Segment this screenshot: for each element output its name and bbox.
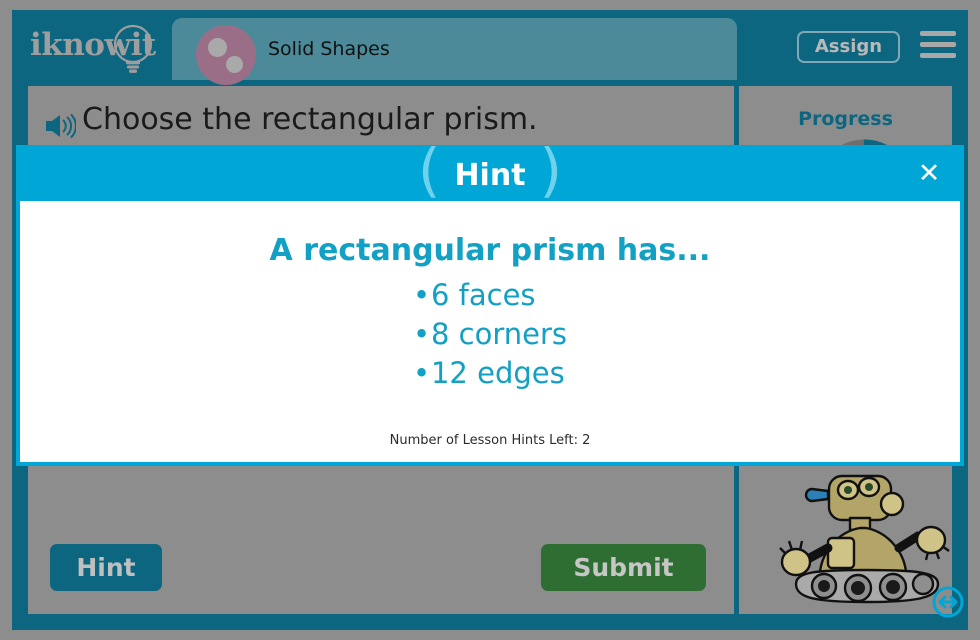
progress-label: Progress — [798, 108, 893, 130]
hint-button[interactable]: Hint — [50, 544, 162, 591]
solid-shapes-icon — [196, 25, 256, 85]
lesson-title-bar: Solid Shapes — [172, 18, 737, 85]
assign-button[interactable]: Assign — [797, 31, 900, 63]
hint-list: •6 faces •8 corners •12 edges — [413, 276, 567, 393]
hint-item-label: 8 corners — [430, 317, 568, 352]
lesson-title: Solid Shapes — [268, 38, 390, 60]
left-paren-decoration: ( — [417, 136, 441, 204]
hint-heading: A rectangular prism has... — [269, 233, 711, 268]
hint-modal: ( Hint ) ✕ A rectangular prism has... •6… — [16, 141, 964, 466]
hint-modal-header: ( Hint ) ✕ — [20, 141, 960, 201]
question-text: Choose the rectangular prism. — [82, 102, 538, 137]
bullet-icon: • — [412, 356, 431, 391]
hint-modal-title-wrap: ( Hint ) — [20, 141, 960, 201]
lightbulb-icon — [113, 24, 153, 73]
hint-modal-title: Hint — [454, 157, 526, 193]
hint-item-label: 12 edges — [430, 356, 565, 391]
app-header: iknowit Solid Shapes Assign — [12, 10, 968, 85]
list-item: •6 faces — [413, 276, 567, 315]
close-icon[interactable]: ✕ — [914, 160, 944, 190]
resize-horizontal-icon[interactable] — [932, 586, 964, 618]
iknowit-logo[interactable]: iknowit — [26, 18, 176, 76]
bullet-icon: • — [412, 278, 431, 312]
speaker-audio-icon[interactable] — [44, 113, 76, 139]
bullet-icon: • — [412, 317, 431, 352]
hint-item-label: 6 faces — [430, 278, 536, 312]
right-paren-decoration: ) — [539, 136, 563, 204]
hamburger-menu-icon[interactable] — [920, 31, 956, 61]
hints-left-counter: Number of Lesson Hints Left: 2 — [389, 433, 591, 448]
list-item: •12 edges — [413, 354, 567, 393]
submit-button[interactable]: Submit — [541, 544, 706, 591]
list-item: •8 corners — [413, 315, 567, 354]
hint-modal-body: A rectangular prism has... •6 faces •8 c… — [20, 201, 960, 462]
